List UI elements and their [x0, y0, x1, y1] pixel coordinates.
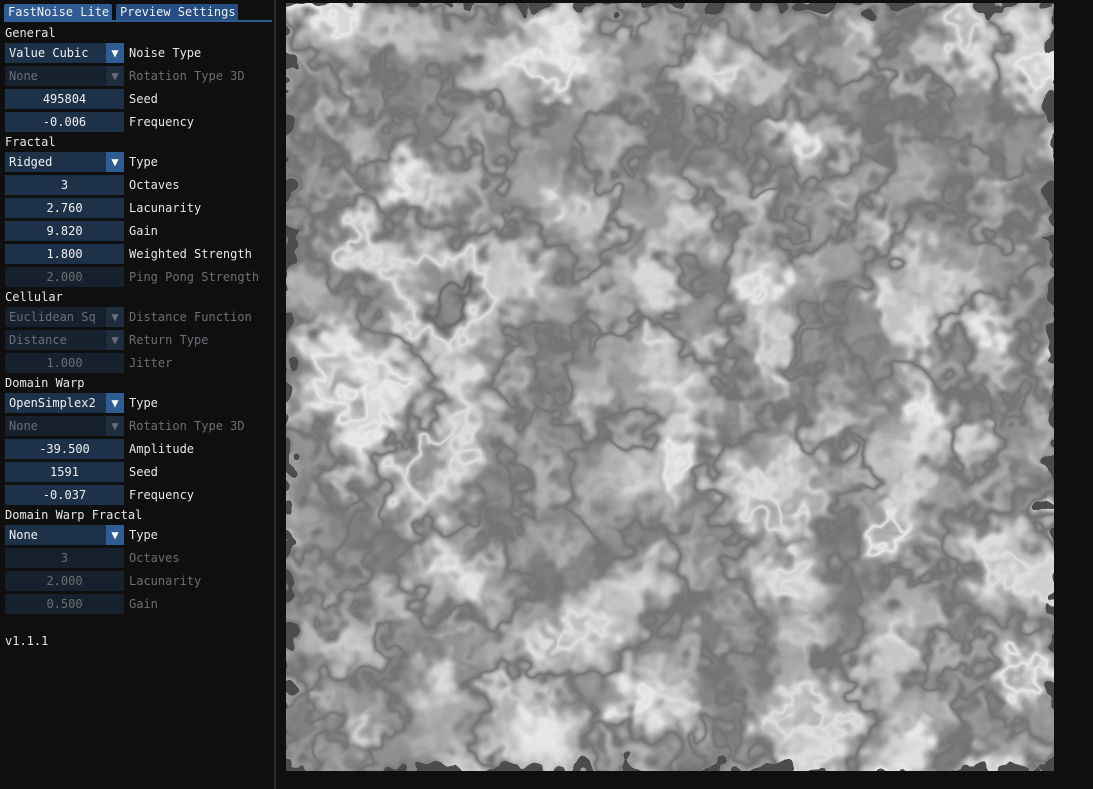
warp-rotation-type-3d-row: None ▼ Rotation Type 3D	[5, 416, 275, 436]
tab-preview-settings[interactable]: Preview Settings	[116, 4, 238, 20]
seed-row: 495804 Seed	[5, 89, 275, 109]
jitter-field[interactable]: 1.000	[5, 353, 124, 373]
caret-down-icon: ▼	[106, 393, 124, 413]
warp-frequency-field[interactable]: -0.037	[5, 485, 124, 505]
rotation-type-3d-label: Rotation Type 3D	[129, 69, 245, 83]
gain-label: Gain	[129, 224, 158, 238]
warp-fractal-octaves-row: 3 Octaves	[5, 548, 275, 568]
rotation-type-3d-row: None ▼ Rotation Type 3D	[5, 66, 275, 86]
seed-label: Seed	[129, 92, 158, 106]
ping-pong-strength-label: Ping Pong Strength	[129, 270, 260, 284]
warp-frequency-row: -0.037 Frequency	[5, 485, 275, 505]
warp-rotation-type-3d-value: None	[9, 419, 38, 433]
gain-field[interactable]: 9.820	[5, 221, 124, 241]
fractal-type-row: Ridged ▼ Type	[5, 152, 275, 172]
warp-fractal-lacunarity-field[interactable]: 2.000	[5, 571, 124, 591]
settings-panel: FastNoise Lite Preview Settings General …	[0, 0, 276, 789]
return-type-value: Distance	[9, 333, 67, 347]
noise-type-value: Value Cubic	[9, 46, 89, 60]
warp-fractal-lacunarity-row: 2.000 Lacunarity	[5, 571, 275, 591]
noise-type-combo[interactable]: Value Cubic ▼	[5, 43, 124, 63]
noise-texture	[286, 3, 1054, 771]
caret-down-icon: ▼	[106, 66, 124, 86]
tab-bar: FastNoise Lite Preview Settings	[4, 4, 272, 22]
warp-type-label: Type	[129, 396, 158, 410]
weighted-strength-field[interactable]: 1.800	[5, 244, 124, 264]
ping-pong-strength-row: 2.000 Ping Pong Strength	[5, 267, 275, 287]
warp-type-combo[interactable]: OpenSimplex2 ▼	[5, 393, 124, 413]
weighted-strength-row: 1.800 Weighted Strength	[5, 244, 275, 264]
section-fractal-title: Fractal	[5, 135, 56, 149]
lacunarity-field[interactable]: 2.760	[5, 198, 124, 218]
caret-down-icon: ▼	[106, 152, 124, 172]
section-general-title: General	[5, 26, 56, 40]
section-cellular-title: Cellular	[5, 290, 63, 304]
octaves-field[interactable]: 3	[5, 175, 124, 195]
caret-down-icon: ▼	[106, 43, 124, 63]
section-domain-warp-title: Domain Warp	[5, 376, 85, 390]
caret-down-icon: ▼	[106, 525, 124, 545]
warp-type-value: OpenSimplex2	[9, 396, 96, 410]
warp-fractal-type-combo[interactable]: None ▼	[5, 525, 124, 545]
fractal-type-combo[interactable]: Ridged ▼	[5, 152, 124, 172]
warp-fractal-type-label: Type	[129, 528, 158, 542]
noise-preview-image[interactable]	[286, 3, 1054, 771]
version-label: v1.1.1	[5, 634, 49, 648]
rotation-type-3d-combo[interactable]: None ▼	[5, 66, 124, 86]
octaves-row: 3 Octaves	[5, 175, 275, 195]
return-type-combo[interactable]: Distance ▼	[5, 330, 124, 350]
warp-fractal-gain-row: 0.500 Gain	[5, 594, 275, 614]
jitter-row: 1.000 Jitter	[5, 353, 275, 373]
warp-fractal-octaves-label: Octaves	[129, 551, 180, 565]
warp-seed-row: 1591 Seed	[5, 462, 275, 482]
caret-down-icon: ▼	[106, 416, 124, 436]
distance-function-row: Euclidean Sq ▼ Distance Function	[5, 307, 275, 327]
amplitude-row: -39.500 Amplitude	[5, 439, 275, 459]
warp-frequency-label: Frequency	[129, 488, 195, 502]
warp-seed-field[interactable]: 1591	[5, 462, 124, 482]
lacunarity-row: 2.760 Lacunarity	[5, 198, 275, 218]
rotation-type-3d-value: None	[9, 69, 38, 83]
warp-fractal-octaves-field[interactable]: 3	[5, 548, 124, 568]
warp-fractal-gain-label: Gain	[129, 597, 158, 611]
seed-field[interactable]: 495804	[5, 89, 124, 109]
warp-fractal-gain-field[interactable]: 0.500	[5, 594, 124, 614]
distance-function-label: Distance Function	[129, 310, 252, 324]
return-type-row: Distance ▼ Return Type	[5, 330, 275, 350]
return-type-label: Return Type	[129, 333, 209, 347]
warp-rotation-type-3d-combo[interactable]: None ▼	[5, 416, 124, 436]
section-domain-warp-fractal-title: Domain Warp Fractal	[5, 508, 143, 522]
warp-fractal-type-row: None ▼ Type	[5, 525, 275, 545]
frequency-label: Frequency	[129, 115, 195, 129]
tab-fastnoise-lite[interactable]: FastNoise Lite	[4, 4, 112, 20]
ping-pong-strength-field[interactable]: 2.000	[5, 267, 124, 287]
jitter-label: Jitter	[129, 356, 173, 370]
frequency-row: -0.006 Frequency	[5, 112, 275, 132]
warp-fractal-type-value: None	[9, 528, 38, 542]
amplitude-field[interactable]: -39.500	[5, 439, 124, 459]
lacunarity-label: Lacunarity	[129, 201, 202, 215]
distance-function-value: Euclidean Sq	[9, 310, 96, 324]
caret-down-icon: ▼	[106, 307, 124, 327]
noise-type-row: Value Cubic ▼ Noise Type	[5, 43, 275, 63]
octaves-label: Octaves	[129, 178, 180, 192]
fractal-type-value: Ridged	[9, 155, 53, 169]
noise-type-label: Noise Type	[129, 46, 202, 60]
fractal-type-label: Type	[129, 155, 158, 169]
gain-row: 9.820 Gain	[5, 221, 275, 241]
warp-seed-label: Seed	[129, 465, 158, 479]
warp-type-row: OpenSimplex2 ▼ Type	[5, 393, 275, 413]
amplitude-label: Amplitude	[129, 442, 195, 456]
frequency-field[interactable]: -0.006	[5, 112, 124, 132]
warp-fractal-lacunarity-label: Lacunarity	[129, 574, 202, 588]
caret-down-icon: ▼	[106, 330, 124, 350]
weighted-strength-label: Weighted Strength	[129, 247, 252, 261]
warp-rotation-type-3d-label: Rotation Type 3D	[129, 419, 245, 433]
distance-function-combo[interactable]: Euclidean Sq ▼	[5, 307, 124, 327]
